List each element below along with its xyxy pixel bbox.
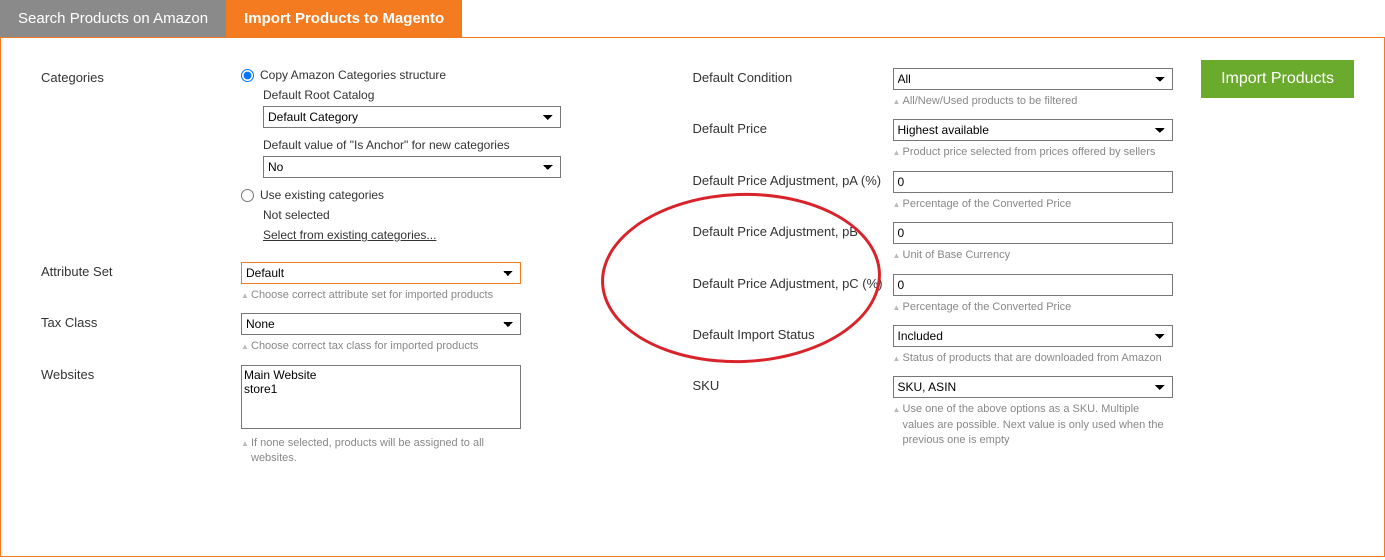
attribute-set-hint: Choose correct attribute set for importe… bbox=[241, 288, 521, 303]
default-condition-hint: All/New/Used products to be filtered bbox=[893, 94, 1173, 109]
price-adjustment-pa-label: Default Price Adjustment, pA (%) bbox=[693, 171, 893, 188]
attribute-set-label: Attribute Set bbox=[41, 262, 241, 279]
websites-listbox[interactable] bbox=[241, 365, 521, 429]
sku-label: SKU bbox=[693, 376, 893, 393]
price-adjustment-pc-label: Default Price Adjustment, pC (%) bbox=[693, 274, 893, 291]
default-import-status-select[interactable]: Included bbox=[893, 325, 1173, 347]
default-price-select[interactable]: Highest available bbox=[893, 119, 1173, 141]
copy-amazon-categories-label: Copy Amazon Categories structure bbox=[260, 68, 446, 82]
tab-import-products[interactable]: Import Products to Magento bbox=[226, 0, 462, 37]
use-existing-categories-label: Use existing categories bbox=[260, 188, 384, 202]
price-adjustment-pb-label: Default Price Adjustment, pB bbox=[693, 222, 893, 239]
default-price-hint: Product price selected from prices offer… bbox=[893, 145, 1173, 160]
left-column: Categories Copy Amazon Categories struct… bbox=[41, 68, 693, 477]
price-adjustment-pa-hint: Percentage of the Converted Price bbox=[893, 197, 1173, 212]
is-anchor-label: Default value of "Is Anchor" for new cat… bbox=[263, 138, 561, 152]
attribute-set-select[interactable]: Default bbox=[241, 262, 521, 284]
tax-class-label: Tax Class bbox=[41, 313, 241, 330]
default-import-status-hint: Status of products that are downloaded f… bbox=[893, 351, 1173, 366]
sku-hint: Use one of the above options as a SKU. M… bbox=[893, 402, 1173, 448]
tax-class-select[interactable]: None bbox=[241, 313, 521, 335]
tab-search-products[interactable]: Search Products on Amazon bbox=[0, 0, 226, 37]
import-products-button[interactable]: Import Products bbox=[1201, 60, 1354, 98]
websites-hint: If none selected, products will be assig… bbox=[241, 436, 521, 467]
price-adjustment-pb-input[interactable] bbox=[893, 222, 1173, 244]
categories-not-selected: Not selected bbox=[263, 208, 561, 222]
price-adjustment-pb-hint: Unit of Base Currency bbox=[893, 248, 1173, 263]
default-condition-label: Default Condition bbox=[693, 68, 893, 85]
select-existing-categories-link[interactable]: Select from existing categories... bbox=[263, 228, 436, 242]
categories-label: Categories bbox=[41, 68, 241, 85]
price-adjustment-pc-input[interactable] bbox=[893, 274, 1173, 296]
price-adjustment-pc-hint: Percentage of the Converted Price bbox=[893, 300, 1173, 315]
websites-label: Websites bbox=[41, 365, 241, 382]
default-root-catalog-label: Default Root Catalog bbox=[263, 88, 561, 102]
is-anchor-select[interactable]: No bbox=[263, 156, 561, 178]
default-price-label: Default Price bbox=[693, 119, 893, 136]
use-existing-categories-radio[interactable] bbox=[241, 189, 254, 202]
default-condition-select[interactable]: All bbox=[893, 68, 1173, 90]
import-panel: Import Products Categories Copy Amazon C… bbox=[0, 37, 1385, 557]
tax-class-hint: Choose correct tax class for imported pr… bbox=[241, 339, 521, 354]
default-import-status-label: Default Import Status bbox=[693, 325, 893, 342]
copy-amazon-categories-radio[interactable] bbox=[241, 69, 254, 82]
tab-bar: Search Products on Amazon Import Product… bbox=[0, 0, 1385, 37]
price-adjustment-pa-input[interactable] bbox=[893, 171, 1173, 193]
right-column: Default Condition All All/New/Used produ… bbox=[693, 68, 1345, 477]
default-root-catalog-select[interactable]: Default Category bbox=[263, 106, 561, 128]
sku-select[interactable]: SKU, ASIN bbox=[893, 376, 1173, 398]
